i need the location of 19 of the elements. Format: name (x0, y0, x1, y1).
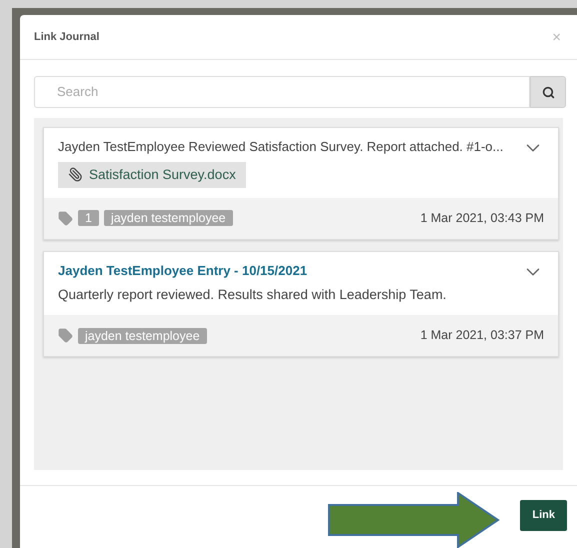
entry-title: Jayden TestEmployee Entry - 10/15/2021 (58, 262, 308, 280)
entry-card[interactable]: Jayden TestEmployee Reviewed Satisfaction Survey. Report attached. #1-o... Satisfaction Survey.docx 1 jayden testemployee 1 Mar 2021, 03:43 PM (43, 127, 559, 240)
entry-date: 1 Mar 2021, 03:37 PM (420, 327, 544, 344)
dialog-title: Link Journal (34, 30, 100, 45)
tag-label: jayden testemployee (78, 328, 207, 344)
link-button[interactable]: Link (520, 500, 567, 531)
search-field[interactable]: Search (34, 76, 530, 108)
tag-icon (58, 328, 73, 344)
attachment-link[interactable]: Satisfaction Survey.docx (58, 162, 246, 188)
search-button[interactable] (530, 76, 566, 108)
paperclip-icon (68, 167, 83, 182)
entry-date: 1 Mar 2021, 03:43 PM (420, 210, 544, 227)
search-icon (542, 86, 554, 98)
entry-card[interactable]: Jayden TestEmployee Entry - 10/15/2021 Quarterly report reviewed. Results shared with Leadership Team. jayden testemployee 1 Mar 2021, 03:37 PM (43, 250, 559, 357)
tag-icon (58, 210, 73, 226)
tag-label: jayden testemployee (104, 210, 233, 226)
entry-title: Jayden TestEmployee Reviewed Satisfaction Survey. Report attached. #1-o... (58, 138, 504, 156)
entry-text: Quarterly report reviewed. Results shared with Leadership Team. (58, 286, 448, 304)
tag-label: 1 (78, 210, 99, 226)
